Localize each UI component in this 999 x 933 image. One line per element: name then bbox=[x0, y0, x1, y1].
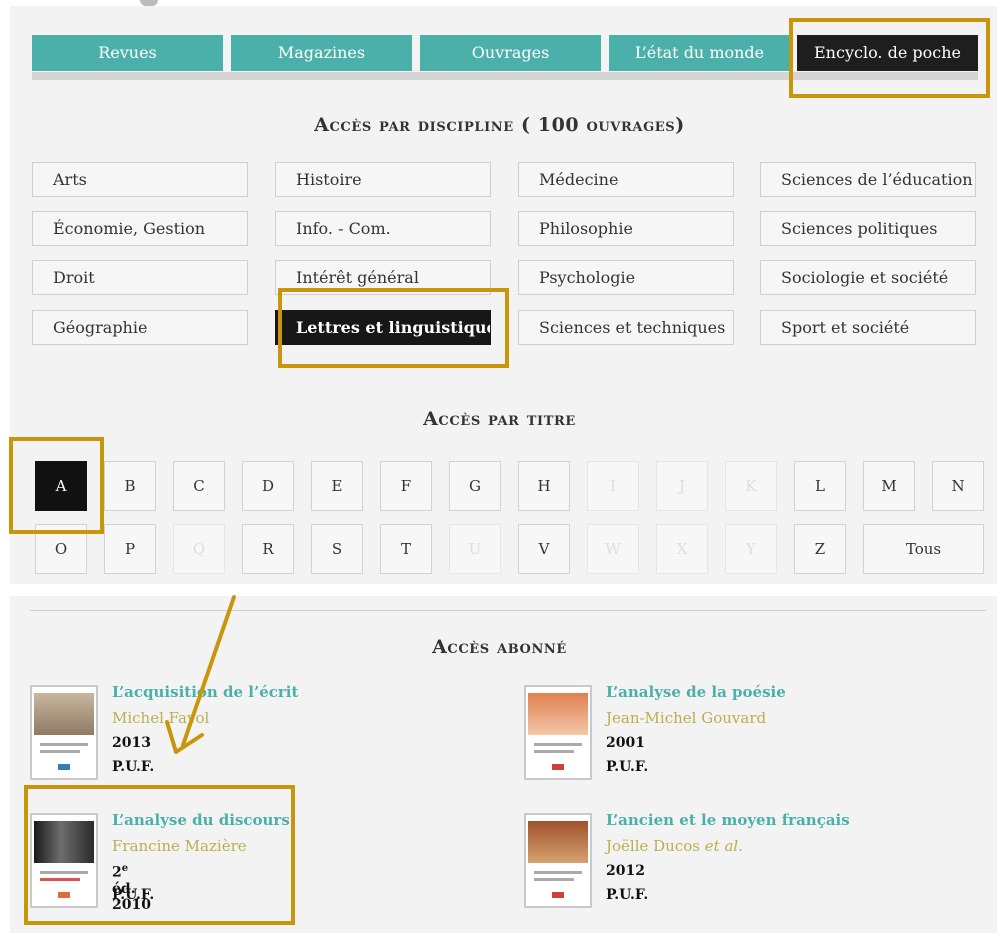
annotation-arrow bbox=[165, 595, 236, 754]
